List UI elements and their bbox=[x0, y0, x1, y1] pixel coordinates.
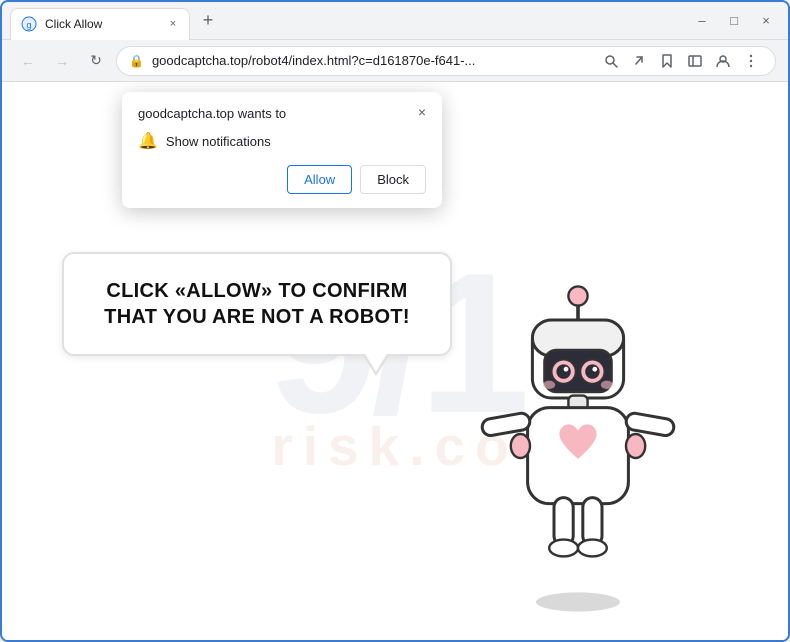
popup-notification-text: Show notifications bbox=[166, 134, 271, 149]
page-content: 9/1 risk.co × goodcaptcha.top wants to 🔔… bbox=[2, 82, 788, 640]
allow-button[interactable]: Allow bbox=[287, 165, 352, 194]
browser-window: g Click Allow × + – □ × ← → ↻ 🔒 goodcapt… bbox=[0, 0, 790, 642]
popup-title: goodcaptcha.top wants to bbox=[138, 106, 426, 121]
sidebar-icon[interactable] bbox=[683, 49, 707, 73]
tab-title: Click Allow bbox=[45, 17, 157, 31]
profile-icon[interactable] bbox=[711, 49, 735, 73]
search-icon[interactable] bbox=[599, 49, 623, 73]
tab-favicon: g bbox=[21, 16, 37, 32]
robot-illustration bbox=[448, 260, 708, 620]
back-button[interactable]: ← bbox=[14, 47, 42, 75]
block-button[interactable]: Block bbox=[360, 165, 426, 194]
url-text: goodcaptcha.top/robot4/index.html?c=d161… bbox=[152, 53, 591, 68]
popup-buttons: Allow Block bbox=[138, 165, 426, 194]
new-tab-button[interactable]: + bbox=[194, 7, 222, 35]
close-button[interactable]: × bbox=[752, 7, 780, 35]
menu-icon[interactable] bbox=[739, 49, 763, 73]
tab-strip: g Click Allow × + bbox=[10, 2, 688, 39]
active-tab[interactable]: g Click Allow × bbox=[10, 8, 190, 40]
notification-popup: × goodcaptcha.top wants to 🔔 Show notifi… bbox=[122, 92, 442, 208]
tab-close-button[interactable]: × bbox=[165, 16, 181, 32]
reload-button[interactable]: ↻ bbox=[82, 47, 110, 75]
share-icon[interactable] bbox=[627, 49, 651, 73]
address-input[interactable]: 🔒 goodcaptcha.top/robot4/index.html?c=d1… bbox=[116, 46, 776, 76]
maximize-button[interactable]: □ bbox=[720, 7, 748, 35]
address-bar: ← → ↻ 🔒 goodcaptcha.top/robot4/index.htm… bbox=[2, 40, 788, 82]
main-message: CLICK «ALLOW» TO CONFIRM THAT YOU ARE NO… bbox=[94, 278, 420, 330]
lock-icon: 🔒 bbox=[129, 54, 144, 68]
minimize-button[interactable]: – bbox=[688, 7, 716, 35]
speech-bubble: CLICK «ALLOW» TO CONFIRM THAT YOU ARE NO… bbox=[62, 252, 452, 356]
forward-button[interactable]: → bbox=[48, 47, 76, 75]
popup-close-button[interactable]: × bbox=[412, 102, 432, 122]
address-action-icons bbox=[599, 49, 763, 73]
bookmark-icon[interactable] bbox=[655, 49, 679, 73]
popup-notification-row: 🔔 Show notifications bbox=[138, 131, 426, 151]
window-controls: – □ × bbox=[688, 7, 780, 35]
svg-text:g: g bbox=[26, 20, 31, 30]
title-bar: g Click Allow × + – □ × bbox=[2, 2, 788, 40]
bell-icon: 🔔 bbox=[138, 131, 158, 151]
